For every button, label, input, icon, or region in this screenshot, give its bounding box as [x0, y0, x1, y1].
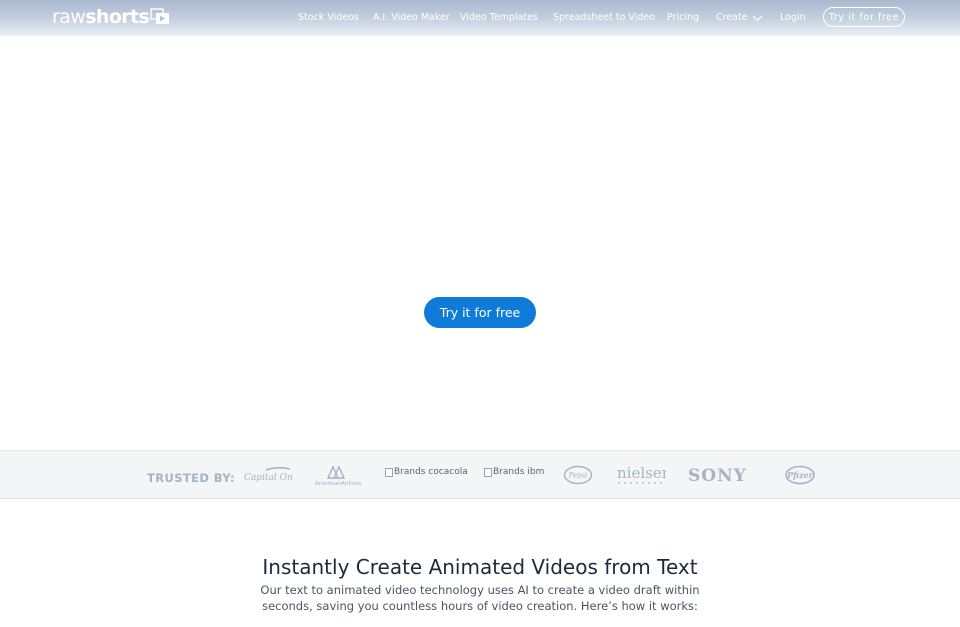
svg-text:Pfizer: Pfizer [786, 470, 813, 480]
nav-ai-video-maker[interactable]: A.I. Video Maker [373, 12, 450, 24]
trusted-by-bar: TRUSTED BY: Capital One AmericanAirlines… [0, 450, 960, 499]
pepsi-logo: Pepsi [563, 465, 593, 485]
svg-text:Pepsi: Pepsi [568, 472, 588, 480]
nielsen-logo: nielsen [617, 464, 666, 484]
ibm-logo: Brands ibm [484, 467, 544, 477]
hero-try-free-button[interactable]: Try it for free [424, 297, 536, 328]
nav-login[interactable]: Login [780, 12, 806, 24]
american-airlines-logo: AmericanAirlines [315, 465, 362, 487]
site-header: rawshorts Stock Videos A.I. Video Maker … [0, 0, 960, 36]
sony-logo: SONY [688, 466, 747, 486]
nav-spreadsheet-to-video[interactable]: Spreadsheet to Video [553, 12, 655, 24]
nav-video-templates[interactable]: Video Templates [460, 12, 538, 24]
svg-text:AmericanAirlines: AmericanAirlines [315, 481, 362, 487]
section-title: Instantly Create Animated Videos from Te… [262, 555, 698, 579]
ibm-alt-text: Brands ibm [493, 467, 545, 477]
nav-stock-videos[interactable]: Stock Videos [298, 12, 359, 24]
header-try-free-button[interactable]: Try it for free [823, 7, 905, 27]
broken-image-icon [385, 467, 393, 477]
nav-create-dropdown[interactable]: Create [716, 12, 763, 24]
coca-cola-alt-text: Brands cocacola [394, 467, 468, 477]
nav-pricing[interactable]: Pricing [667, 12, 699, 24]
pfizer-logo: Pfizer [785, 465, 815, 485]
svg-text:SONY: SONY [688, 466, 747, 486]
nav-create-label: Create [716, 12, 748, 23]
chevron-down-icon [752, 15, 762, 21]
broken-image-icon [484, 467, 492, 477]
section-description: Our text to animated video technology us… [260, 583, 700, 613]
svg-text:nielsen: nielsen [617, 464, 666, 482]
svg-text:Capital One: Capital One [244, 473, 292, 483]
coca-cola-logo: Brands cocacola [385, 467, 468, 477]
capital-one-logo: Capital One [244, 466, 292, 483]
trusted-by-label: TRUSTED BY: [147, 471, 236, 485]
main-nav: Stock Videos A.I. Video Maker Video Temp… [0, 0, 960, 36]
